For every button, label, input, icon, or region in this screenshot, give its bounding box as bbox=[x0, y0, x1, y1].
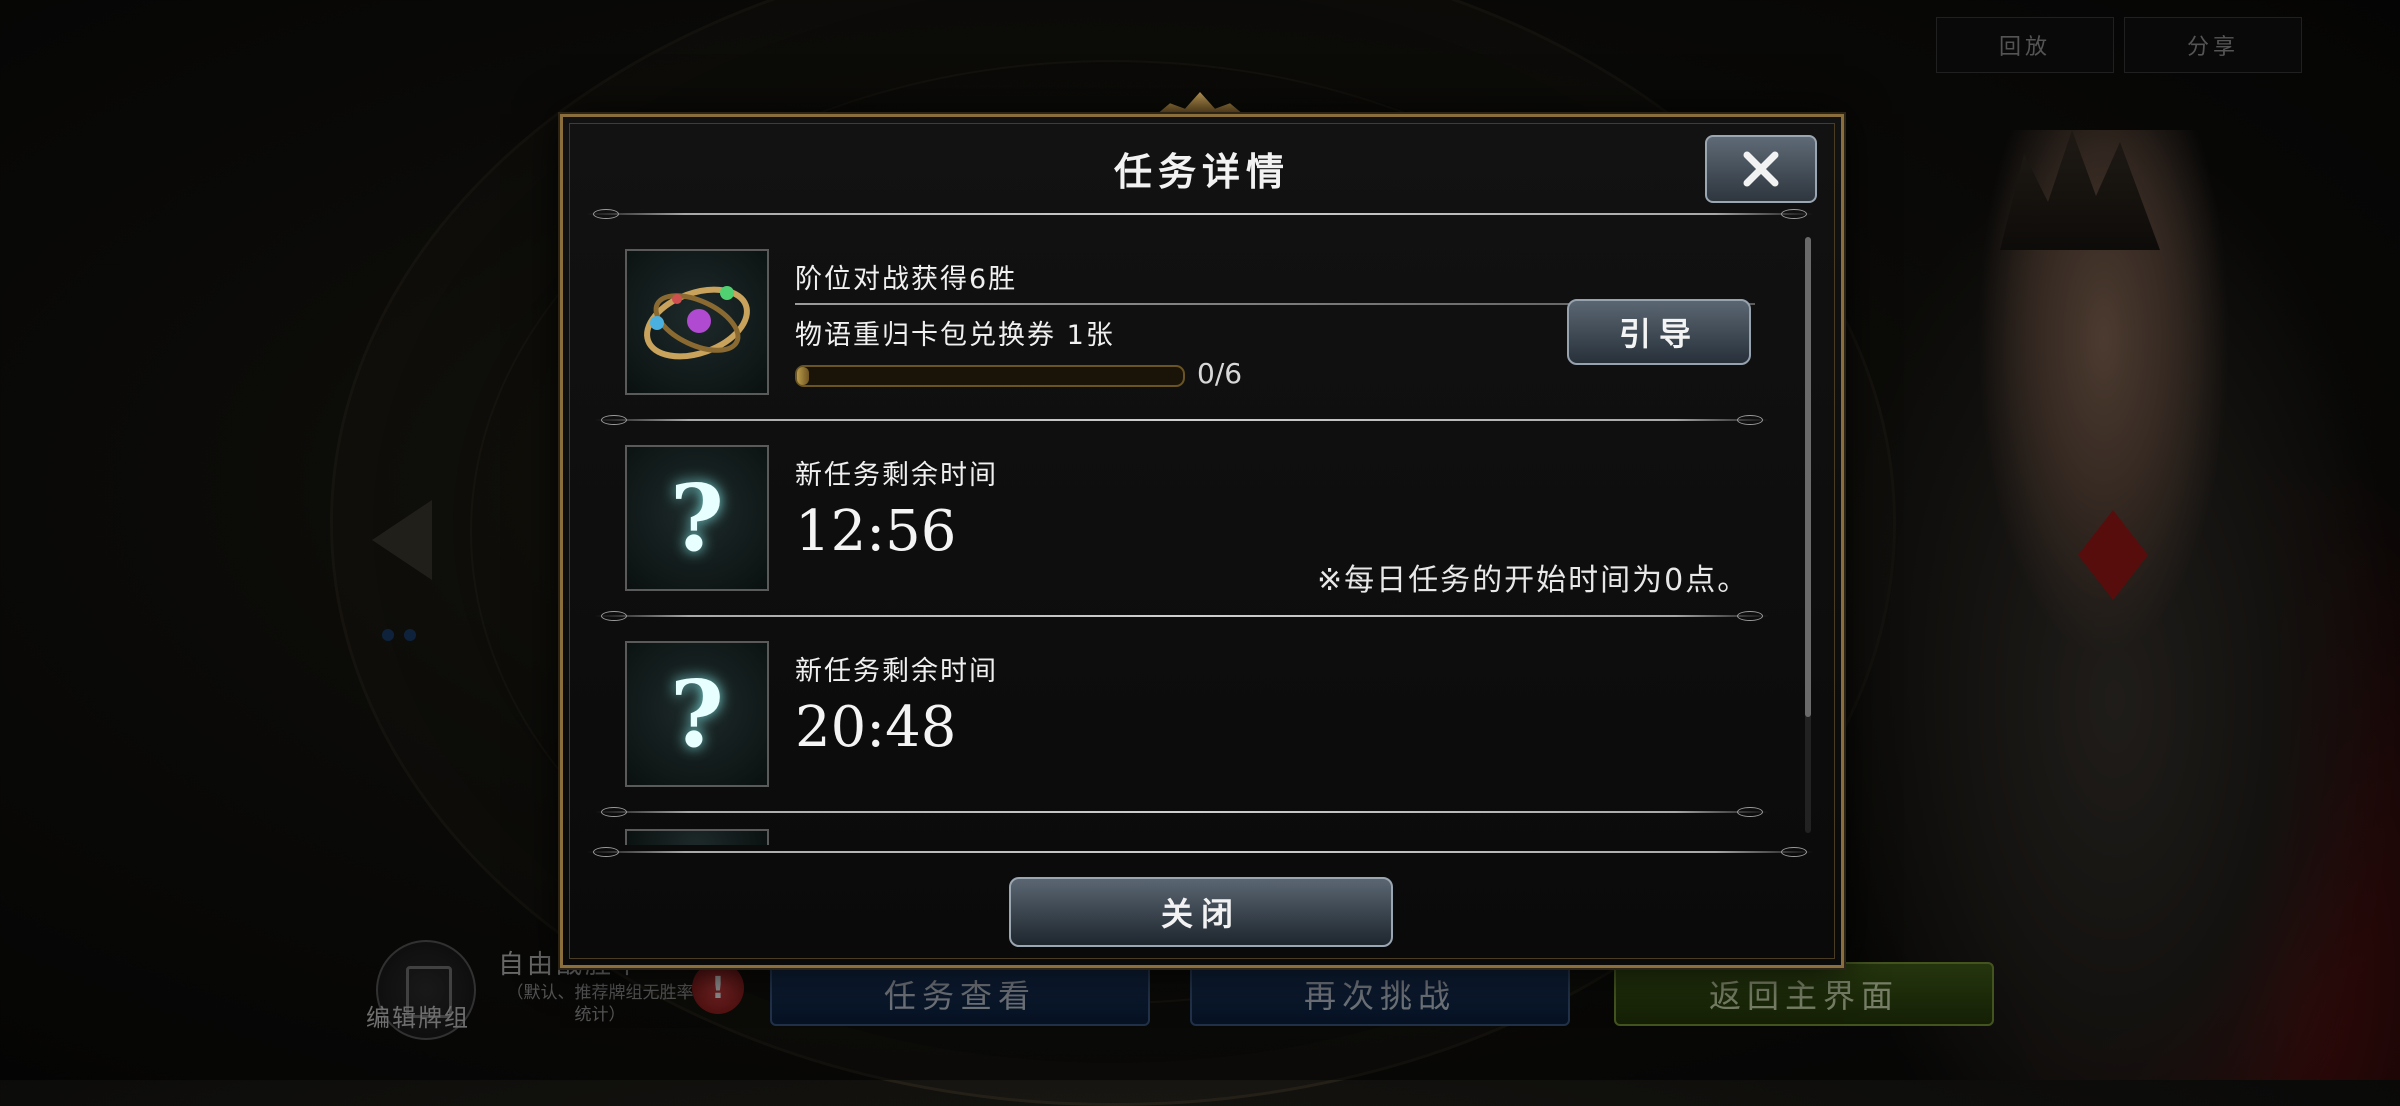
footer-divider bbox=[587, 847, 1813, 857]
task-divider bbox=[595, 415, 1769, 425]
task-progress-text: 0/6 bbox=[1197, 357, 1243, 390]
new-task-timer-label: 新任务剩余时间 bbox=[795, 460, 998, 491]
question-mark-icon: ? bbox=[625, 641, 769, 787]
task-list-scrollbar[interactable] bbox=[1805, 237, 1811, 833]
new-task-timer-value: 12:56 bbox=[795, 499, 957, 564]
task-progress-bar bbox=[795, 365, 1185, 387]
task-divider bbox=[595, 807, 1769, 817]
task-reward: 物语重归卡包兑换券 1张 bbox=[795, 320, 1115, 351]
new-task-timer-label: 新任务剩余时间 bbox=[795, 656, 998, 687]
scroll-thumb[interactable] bbox=[1805, 237, 1811, 717]
task-item: ? 新任务剩余时间 20:48 bbox=[587, 619, 1777, 815]
new-task-timer-value: 20:48 bbox=[795, 695, 957, 760]
guide-button[interactable]: 引导 bbox=[1567, 299, 1751, 365]
task-item: 阶位对战获得6胜 物语重归卡包兑换券 1张 0/6 引导 bbox=[587, 227, 1777, 423]
task-divider bbox=[595, 611, 1769, 621]
close-button[interactable]: 关闭 bbox=[1009, 877, 1393, 947]
close-icon bbox=[1743, 151, 1779, 187]
task-item: ? 新任务剩余时间 12:56 ※每日任务的开始时间为0点。 bbox=[587, 423, 1777, 619]
partial-task-thumb bbox=[625, 829, 769, 845]
task-progress-fill bbox=[797, 367, 809, 385]
task-name: 阶位对战获得6胜 bbox=[795, 264, 1018, 295]
task-details-dialog: 任务详情 阶位对战获得6胜 物语重归卡包兑换券 1张 0/6 引导 ? 新任务剩… bbox=[560, 114, 1844, 968]
question-mark-icon: ? bbox=[625, 445, 769, 591]
dialog-title: 任务详情 bbox=[1113, 150, 1290, 194]
task-list[interactable]: 阶位对战获得6胜 物语重归卡包兑换券 1张 0/6 引导 ? 新任务剩余时间 1… bbox=[587, 227, 1777, 845]
daily-reset-note: ※每日任务的开始时间为0点。 bbox=[1317, 563, 1750, 598]
title-divider bbox=[587, 209, 1813, 219]
close-x-button[interactable] bbox=[1705, 135, 1817, 203]
orb-artifact-icon bbox=[625, 249, 769, 395]
